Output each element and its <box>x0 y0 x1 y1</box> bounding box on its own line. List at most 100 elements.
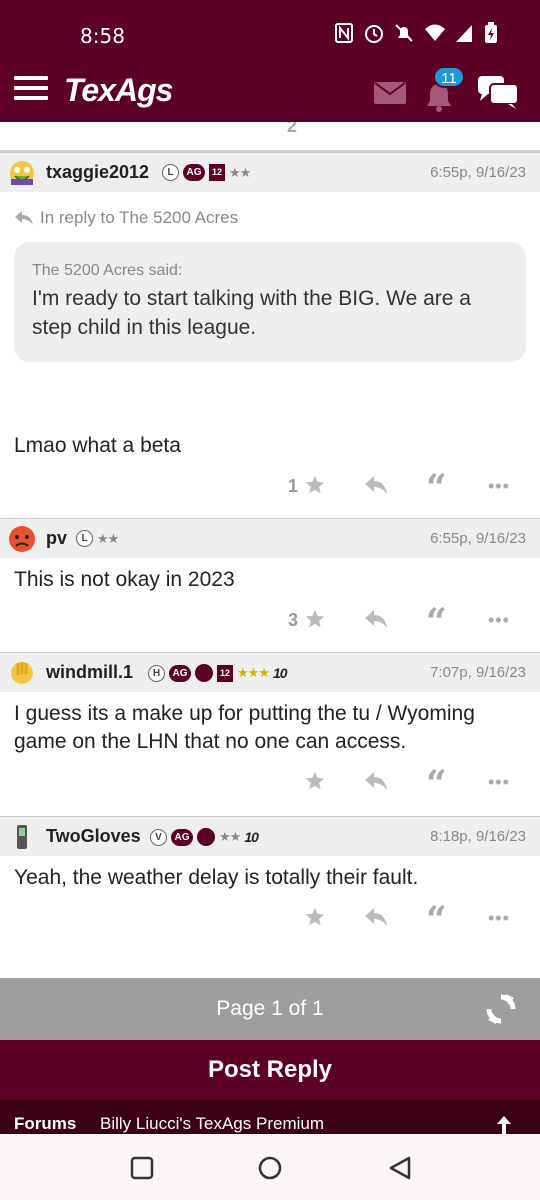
post-text: Yeah, the weather delay is totally their… <box>14 866 419 889</box>
post-actions: 3 “ ••• <box>0 594 540 652</box>
post-timestamp: 8:18p, 9/16/23 <box>430 828 526 845</box>
seal-icon <box>195 664 213 682</box>
post-actions: “ ••• <box>0 756 540 816</box>
post-body: I guess its a make up for putting the tu… <box>0 692 540 756</box>
battery-icon <box>484 22 504 44</box>
badge-v: V <box>150 828 167 846</box>
post: TwoGloves V AG ★★ 10 8:18p, 9/16/23 Yeah… <box>0 816 540 950</box>
alarm-icon <box>364 22 384 44</box>
avatar[interactable] <box>8 823 36 851</box>
refresh-icon[interactable] <box>484 992 518 1026</box>
post-body: This is not okay in 2023 <box>0 558 540 594</box>
username[interactable]: pv <box>46 528 67 549</box>
post: windmill.1 H AG 12 ★★★ 10 7:07p, 9/16/23… <box>0 652 540 816</box>
quote-icon[interactable]: “ <box>426 766 447 802</box>
signal-icon <box>454 22 474 44</box>
quote-box: The 5200 Acres said: I'm ready to start … <box>14 242 526 362</box>
app-header: TexAgs 11 <box>0 66 540 122</box>
more-icon[interactable]: ••• <box>488 610 510 631</box>
badge-12: 12 <box>209 164 225 181</box>
badge-ag: AG <box>169 664 191 682</box>
home-icon[interactable] <box>258 1156 282 1180</box>
star-count: 2 <box>287 122 298 136</box>
wifi-icon <box>424 22 445 44</box>
star-icon[interactable] <box>304 906 326 933</box>
post-header: txaggie2012 L AG 12 ★★ 6:55p, 9/16/23 <box>0 152 540 192</box>
post-actions: “ ••• <box>0 892 540 950</box>
nfc-icon <box>334 22 354 44</box>
post-text: This is not okay in 2023 <box>14 568 235 591</box>
star-icon[interactable] <box>304 770 326 797</box>
more-icon[interactable]: ••• <box>488 476 510 497</box>
post-timestamp: 6:55p, 9/16/23 <box>430 530 526 547</box>
notification-badge[interactable]: 11 <box>433 66 465 88</box>
thread-content[interactable]: 2 txaggie2012 L AG 12 ★★ 6:55p, 9/16/23 … <box>0 122 540 978</box>
page-indicator[interactable]: Page 1 of 1 <box>0 997 540 1021</box>
status-icons <box>334 22 504 44</box>
footer-breadcrumb: Forums Billy Liucci's TexAgs Premium <box>0 1100 540 1134</box>
post-header: TwoGloves V AG ★★ 10 8:18p, 9/16/23 <box>0 816 540 856</box>
badge-12: 12 <box>217 664 233 682</box>
post-reply-button[interactable]: Post Reply <box>0 1040 540 1100</box>
rank-stars: ★★ <box>219 829 241 844</box>
star-count: 1 <box>288 476 299 496</box>
username[interactable]: txaggie2012 <box>46 162 149 183</box>
reply-icon[interactable] <box>364 474 388 501</box>
post-timestamp: 6:55p, 9/16/23 <box>430 164 526 181</box>
menu-icon[interactable] <box>14 76 48 106</box>
post: txaggie2012 L AG 12 ★★ 6:55p, 9/16/23 In… <box>0 152 540 518</box>
recents-icon[interactable] <box>130 1156 154 1180</box>
star-icon[interactable] <box>304 474 326 501</box>
reply-icon[interactable] <box>364 906 388 933</box>
username[interactable]: TwoGloves <box>46 826 141 847</box>
quote-icon[interactable]: “ <box>426 902 447 938</box>
badge-l: L <box>162 164 179 181</box>
user-badges: V AG ★★ 10 <box>150 828 259 846</box>
footer-forums-link[interactable]: Forums <box>14 1114 76 1134</box>
user-badges: H AG 12 ★★★ 10 <box>148 664 288 682</box>
rank-stars: ★★★ <box>237 665 270 680</box>
badge-ag: AG <box>171 828 193 846</box>
system-nav-bar <box>0 1134 540 1200</box>
status-bar: 8:58 <box>0 0 540 70</box>
post-text: Lmao what a beta <box>14 434 181 457</box>
star-icon[interactable] <box>304 608 326 635</box>
tenure-badge: 10 <box>272 665 288 681</box>
more-icon[interactable]: ••• <box>488 908 510 929</box>
chat-icon[interactable] <box>476 74 522 110</box>
post-header: windmill.1 H AG 12 ★★★ 10 7:07p, 9/16/23 <box>0 652 540 692</box>
previous-post-actions: 2 <box>0 122 540 152</box>
avatar[interactable] <box>8 525 36 553</box>
user-badges: L AG 12 ★★ <box>162 164 251 181</box>
badge-l: L <box>76 530 93 547</box>
reply-icon[interactable] <box>364 770 388 797</box>
post-header: pv L ★★ 6:55p, 9/16/23 <box>0 518 540 558</box>
pagination-bar: Page 1 of 1 <box>0 978 540 1040</box>
post-body: Yeah, the weather delay is totally their… <box>0 856 540 892</box>
footer-forum-link[interactable]: Billy Liucci's TexAgs Premium <box>100 1114 324 1134</box>
badge-ag: AG <box>183 164 205 181</box>
more-icon[interactable]: ••• <box>488 772 510 793</box>
post-actions: 1 “ ••• <box>0 460 540 518</box>
mail-icon[interactable] <box>374 82 406 104</box>
status-time: 8:58 <box>80 24 125 48</box>
reply-icon[interactable] <box>364 608 388 635</box>
post: pv L ★★ 6:55p, 9/16/23 This is not okay … <box>0 518 540 652</box>
star-count: 3 <box>288 610 299 630</box>
quote-icon[interactable]: “ <box>426 470 447 506</box>
up-arrow-icon[interactable] <box>494 1114 514 1134</box>
badge-h: H <box>148 664 165 682</box>
back-icon[interactable] <box>388 1156 412 1180</box>
quote-icon[interactable]: “ <box>426 604 447 640</box>
post-body: In reply to The 5200 Acres The 5200 Acre… <box>0 192 540 460</box>
avatar[interactable] <box>8 159 36 187</box>
username[interactable]: windmill.1 <box>46 662 133 683</box>
avatar[interactable] <box>8 659 36 687</box>
quote-text: I'm ready to start talking with the BIG.… <box>32 287 471 339</box>
rank-stars: ★★ <box>229 164 251 180</box>
in-reply-link[interactable]: In reply to The 5200 Acres <box>14 192 526 232</box>
seal-icon <box>197 828 215 846</box>
in-reply-text: In reply to The 5200 Acres <box>40 208 239 227</box>
texags-logo[interactable]: TexAgs <box>64 72 173 109</box>
mute-icon <box>394 22 414 44</box>
